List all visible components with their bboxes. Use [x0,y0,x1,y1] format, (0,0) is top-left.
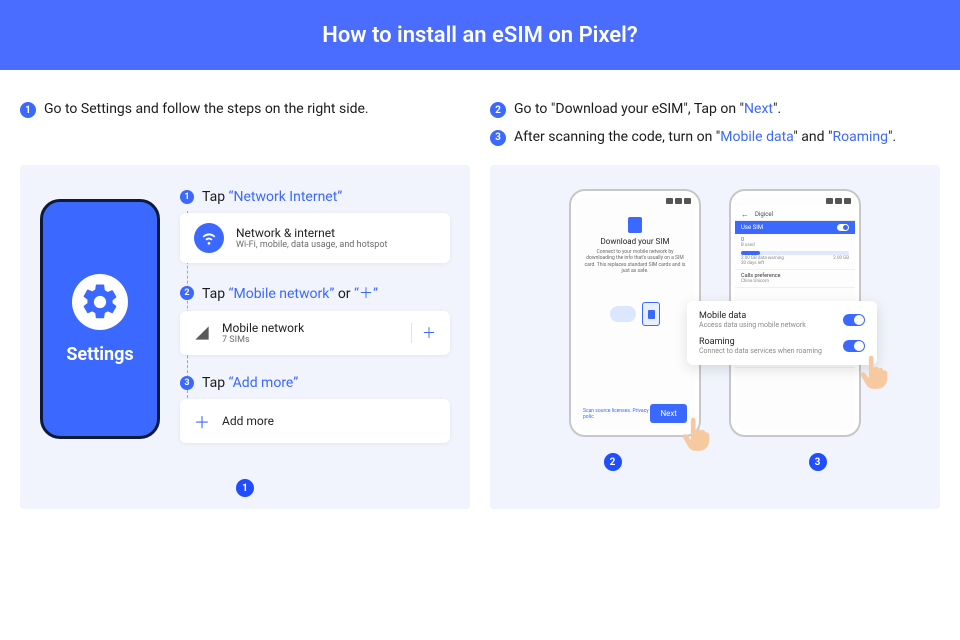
carrier-header: Digicel [735,207,855,221]
plus-icon: ＋ [194,409,210,433]
page-title: How to install an eSIM on Pixel? [322,23,637,48]
legal-links[interactable]: Scan source licenses. Privacy polic [583,408,650,420]
use-sim-toggle[interactable] [837,224,849,231]
gear-icon [72,274,128,330]
instruction-strip: 1 Go to Settings and follow the steps on… [0,70,960,165]
card1-step-number: 1 [236,479,254,497]
instruction-3: 3 After scanning the code, turn on "Mobi… [490,128,940,148]
network-internet-row[interactable]: Network & internet Wi-Fi, mobile, data u… [180,213,450,263]
mobile-network-subtitle: 7 SIMs [222,335,304,345]
download-sim-title: Download your SIM [575,237,695,246]
roaming-sub: Connect to data services when roaming [699,347,822,355]
download-sim-desc: Connect to your mobile network by downlo… [575,249,695,274]
mobile-network-title: Mobile network [222,321,304,335]
card2-step-number-b: 3 [809,453,827,471]
wifi-icon [194,223,224,253]
substep-1: 1 Tap “Network Internet” Network & inter… [180,189,450,263]
substep-3: 3 Tap “Add more” ＋ Add more [180,375,450,443]
add-more-title: Add more [222,414,274,428]
data-usage-section: 0 B used 2.00 GB data warning 2.00 GB 30… [735,234,855,270]
calls-preference-row[interactable]: Calls preference China Unicom [735,270,855,288]
mobile-data-row[interactable]: Mobile data Access data using mobile net… [699,311,865,329]
use-sim-row[interactable]: Use SIM [735,221,855,234]
next-button[interactable]: Next [650,404,687,423]
badge-3: 3 [490,130,506,146]
substep-badge-1: 1 [180,190,194,204]
download-illustration [583,286,687,342]
add-more-row[interactable]: ＋ Add more [180,399,450,443]
card2-step-number-a: 2 [604,453,622,471]
instruction-1: 1 Go to Settings and follow the steps on… [20,100,470,120]
phone-download-sim: Download your SIM Connect to your mobile… [569,189,701,437]
title-banner: How to install an eSIM on Pixel? [0,0,960,70]
instruction-2-text: Go to "Download your eSIM", Tap on "Next… [514,100,781,120]
network-internet-title: Network & internet [236,226,387,240]
roaming-row[interactable]: Roaming Connect to data services when ro… [699,337,865,355]
mobile-network-plus[interactable]: ＋ [411,323,436,343]
substep-badge-2: 2 [180,286,194,300]
substep-2: 2 Tap “Mobile network” or “＋” Mobile net… [180,283,450,355]
mobile-data-sub: Access data using mobile network [699,321,806,329]
card-settings-steps: Settings 1 Tap “Network Internet” Networ… [20,165,470,509]
phone-settings-mock: Settings [40,199,160,439]
mobile-data-toggle[interactable] [843,314,865,326]
shield-icon [628,217,642,233]
substep-badge-3: 3 [180,376,194,390]
network-internet-subtitle: Wi-Fi, mobile, data usage, and hotspot [236,240,387,250]
sim-icon [642,302,660,326]
badge-2: 2 [490,102,506,118]
cloud-icon [610,306,636,322]
instruction-3-text: After scanning the code, turn on "Mobile… [514,128,896,148]
settings-label: Settings [66,344,133,365]
roaming-label: Roaming [699,337,822,347]
badge-1: 1 [20,102,36,118]
mobile-data-label: Mobile data [699,311,806,321]
instruction-1-text: Go to Settings and follow the steps on t… [44,100,369,120]
instruction-2: 2 Go to "Download your eSIM", Tap on "Ne… [490,100,940,120]
toggles-popup: Mobile data Access data using mobile net… [687,301,877,365]
mobile-network-row[interactable]: Mobile network 7 SIMs ＋ [180,311,450,355]
signal-icon [194,325,210,341]
card-download-and-toggle: Download your SIM Connect to your mobile… [490,165,940,509]
roaming-toggle[interactable] [843,340,865,352]
